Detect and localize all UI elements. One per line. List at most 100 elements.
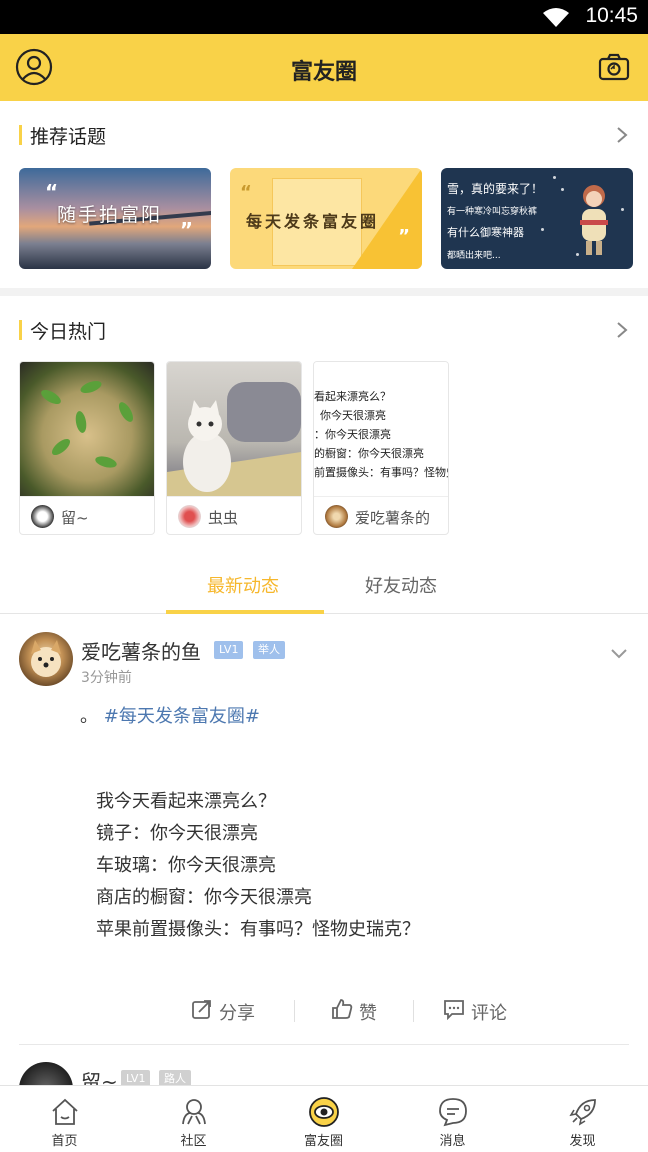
nav-item-messages[interactable]: 消息 xyxy=(388,1086,517,1152)
topic-card-daily-post[interactable]: “ 每天发条富友圈 ” xyxy=(230,168,422,269)
cat-illustration xyxy=(167,382,301,496)
post-text-line: 车玻璃：你今天很漂亮 xyxy=(96,855,276,876)
avatar xyxy=(31,505,54,528)
comment-icon xyxy=(444,1000,464,1020)
share-icon xyxy=(192,1000,211,1019)
hot-card[interactable]: 看起来漂亮么？ 你今天很漂亮 ：你今天很漂亮 的橱窗：你今天很漂亮 前置摄像头：… xyxy=(313,361,449,535)
topic-card-photo-fuyang[interactable]: “ 随手拍富阳 ” xyxy=(19,168,211,269)
post-text-line: 镜子：你今天很漂亮 xyxy=(96,823,258,844)
post-text-line: 苹果前置摄像头：有事吗？怪物史瑞克？ xyxy=(96,919,420,940)
image-text-line: 看起来漂亮么？ xyxy=(314,390,391,403)
post-actions: 分享 赞 评论 xyxy=(0,992,648,1028)
divider xyxy=(294,1000,295,1022)
post-prefix: 。 xyxy=(80,706,98,727)
snowflake xyxy=(621,208,624,211)
image-text-line: 前置摄像头：有事吗？怪物史 xyxy=(314,466,448,479)
nav-label: 社区 xyxy=(180,1134,207,1149)
hot-card-footer: 留~ xyxy=(20,496,154,534)
nav-label: 消息 xyxy=(439,1134,466,1149)
hot-today-header[interactable]: 今日热门 xyxy=(0,305,648,355)
topic-line: 都晒出来吧... xyxy=(447,251,501,261)
leaf-shape xyxy=(49,436,73,458)
post-image-text[interactable]: 我今天看起来漂亮么？ 镜子：你今天很漂亮 车玻璃：你今天很漂亮 商店的橱窗：你今… xyxy=(96,786,420,946)
image-text-line: 的橱窗：你今天很漂亮 xyxy=(314,447,424,460)
image-text-line: 你今天很漂亮 xyxy=(320,409,386,422)
post-timestamp: 3分钟前 xyxy=(81,670,132,686)
rank-badge: 举人 xyxy=(253,641,285,659)
chevron-right-icon[interactable] xyxy=(616,126,628,144)
hot-card[interactable]: 留~ xyxy=(19,361,155,535)
moments-icon xyxy=(308,1097,339,1127)
community-icon xyxy=(181,1099,206,1125)
leaf-shape xyxy=(38,387,64,407)
hot-card-image xyxy=(20,362,154,496)
nav-item-discover[interactable]: 发现 xyxy=(518,1086,647,1152)
leaf-shape xyxy=(74,410,88,434)
topic-line: 雪，真的要来了！ xyxy=(447,182,544,196)
snowflake xyxy=(553,176,556,179)
post-author-name[interactable]: 爱吃薯条的鱼 xyxy=(81,636,201,665)
message-icon xyxy=(438,1098,467,1127)
topic-text: 随手拍富阳 xyxy=(57,204,163,226)
share-label: 分享 xyxy=(219,1003,255,1024)
quote-close-icon: ” xyxy=(179,218,193,242)
section-title: 今日热门 xyxy=(30,321,107,343)
hot-card-footer: 爱吃薯条的 xyxy=(314,496,448,534)
nav-label: 首页 xyxy=(51,1134,78,1149)
avatar xyxy=(178,505,201,528)
topic-text: 每天发条富友圈 xyxy=(246,212,380,231)
status-bar: 10:45 xyxy=(0,0,648,34)
discover-icon xyxy=(568,1099,596,1126)
app-screen: 10:45 富友圈 推荐话题 “ 随手拍富阳 ” “ 每天发条富友圈 ” 雪，真… xyxy=(0,0,648,1152)
like-label: 赞 xyxy=(359,1003,377,1024)
divider xyxy=(413,1000,414,1022)
leaf-shape xyxy=(116,399,136,425)
bottom-nav: 首页 社区 富友圈 消息 发现 xyxy=(0,1085,648,1152)
quote-close-icon: ” xyxy=(398,226,410,247)
hot-card-image: 看起来漂亮么？ 你今天很漂亮 ：你今天很漂亮 的橱窗：你今天很漂亮 前置摄像头：… xyxy=(314,362,448,496)
post-author-avatar[interactable] xyxy=(19,632,73,686)
app-header: 富友圈 xyxy=(0,34,648,101)
hot-card-image xyxy=(167,362,301,496)
camera-icon[interactable] xyxy=(598,52,630,82)
recommended-topics-header[interactable]: 推荐话题 xyxy=(0,110,648,160)
nav-item-moments[interactable]: 富友圈 xyxy=(259,1086,388,1152)
leaf-shape xyxy=(94,454,118,470)
section-marker xyxy=(19,320,22,340)
hot-card-footer: 虫虫 xyxy=(167,496,301,534)
hot-card-user: 爱吃薯条的 xyxy=(355,509,431,527)
section-marker xyxy=(19,125,22,145)
status-time: 10:45 xyxy=(585,4,638,27)
snowflake xyxy=(561,188,564,191)
page-title: 富友圈 xyxy=(290,60,357,85)
nav-item-community[interactable]: 社区 xyxy=(129,1086,258,1152)
nav-label: 富友圈 xyxy=(303,1134,343,1149)
feed-tabs: 最新动态 好友动态 xyxy=(0,560,648,614)
topic-card-snow[interactable]: 雪，真的要来了！ 有一种寒冷叫忘穿秋裤 有什么御寒神器 都晒出来吧... xyxy=(441,168,633,269)
wifi-icon xyxy=(543,8,569,27)
dog-avatar-illustration xyxy=(31,640,61,677)
thumbs-up-icon xyxy=(332,999,353,1019)
chevron-down-icon[interactable] xyxy=(610,648,628,660)
level-badge: LV1 xyxy=(214,641,244,659)
chevron-right-icon[interactable] xyxy=(616,321,628,339)
topic-line: 有什么御寒神器 xyxy=(447,226,524,239)
hot-card[interactable]: 虫虫 xyxy=(166,361,302,535)
post-topic-link[interactable]: #每天发条富友圈# xyxy=(104,706,260,727)
image-text-line: ：你今天很漂亮 xyxy=(314,428,391,441)
comment-label: 评论 xyxy=(471,1003,507,1024)
snowflake xyxy=(541,228,544,231)
post-divider xyxy=(19,1044,629,1045)
tab-friends[interactable]: 好友动态 xyxy=(365,572,437,598)
post-text-line: 商店的橱窗：你今天很漂亮 xyxy=(96,887,312,908)
section-separator xyxy=(0,288,648,296)
quote-open-icon: “ xyxy=(240,182,252,203)
home-icon xyxy=(51,1098,78,1125)
nav-item-home[interactable]: 首页 xyxy=(0,1086,129,1152)
leaf-shape xyxy=(78,378,104,396)
tab-latest[interactable]: 最新动态 xyxy=(207,572,279,598)
hot-card-user: 虫虫 xyxy=(208,509,239,527)
tab-indicator xyxy=(166,610,324,614)
post-topic-line: 。 #每天发条富友圈# xyxy=(80,702,260,728)
topic-line: 有一种寒冷叫忘穿秋裤 xyxy=(447,207,538,217)
